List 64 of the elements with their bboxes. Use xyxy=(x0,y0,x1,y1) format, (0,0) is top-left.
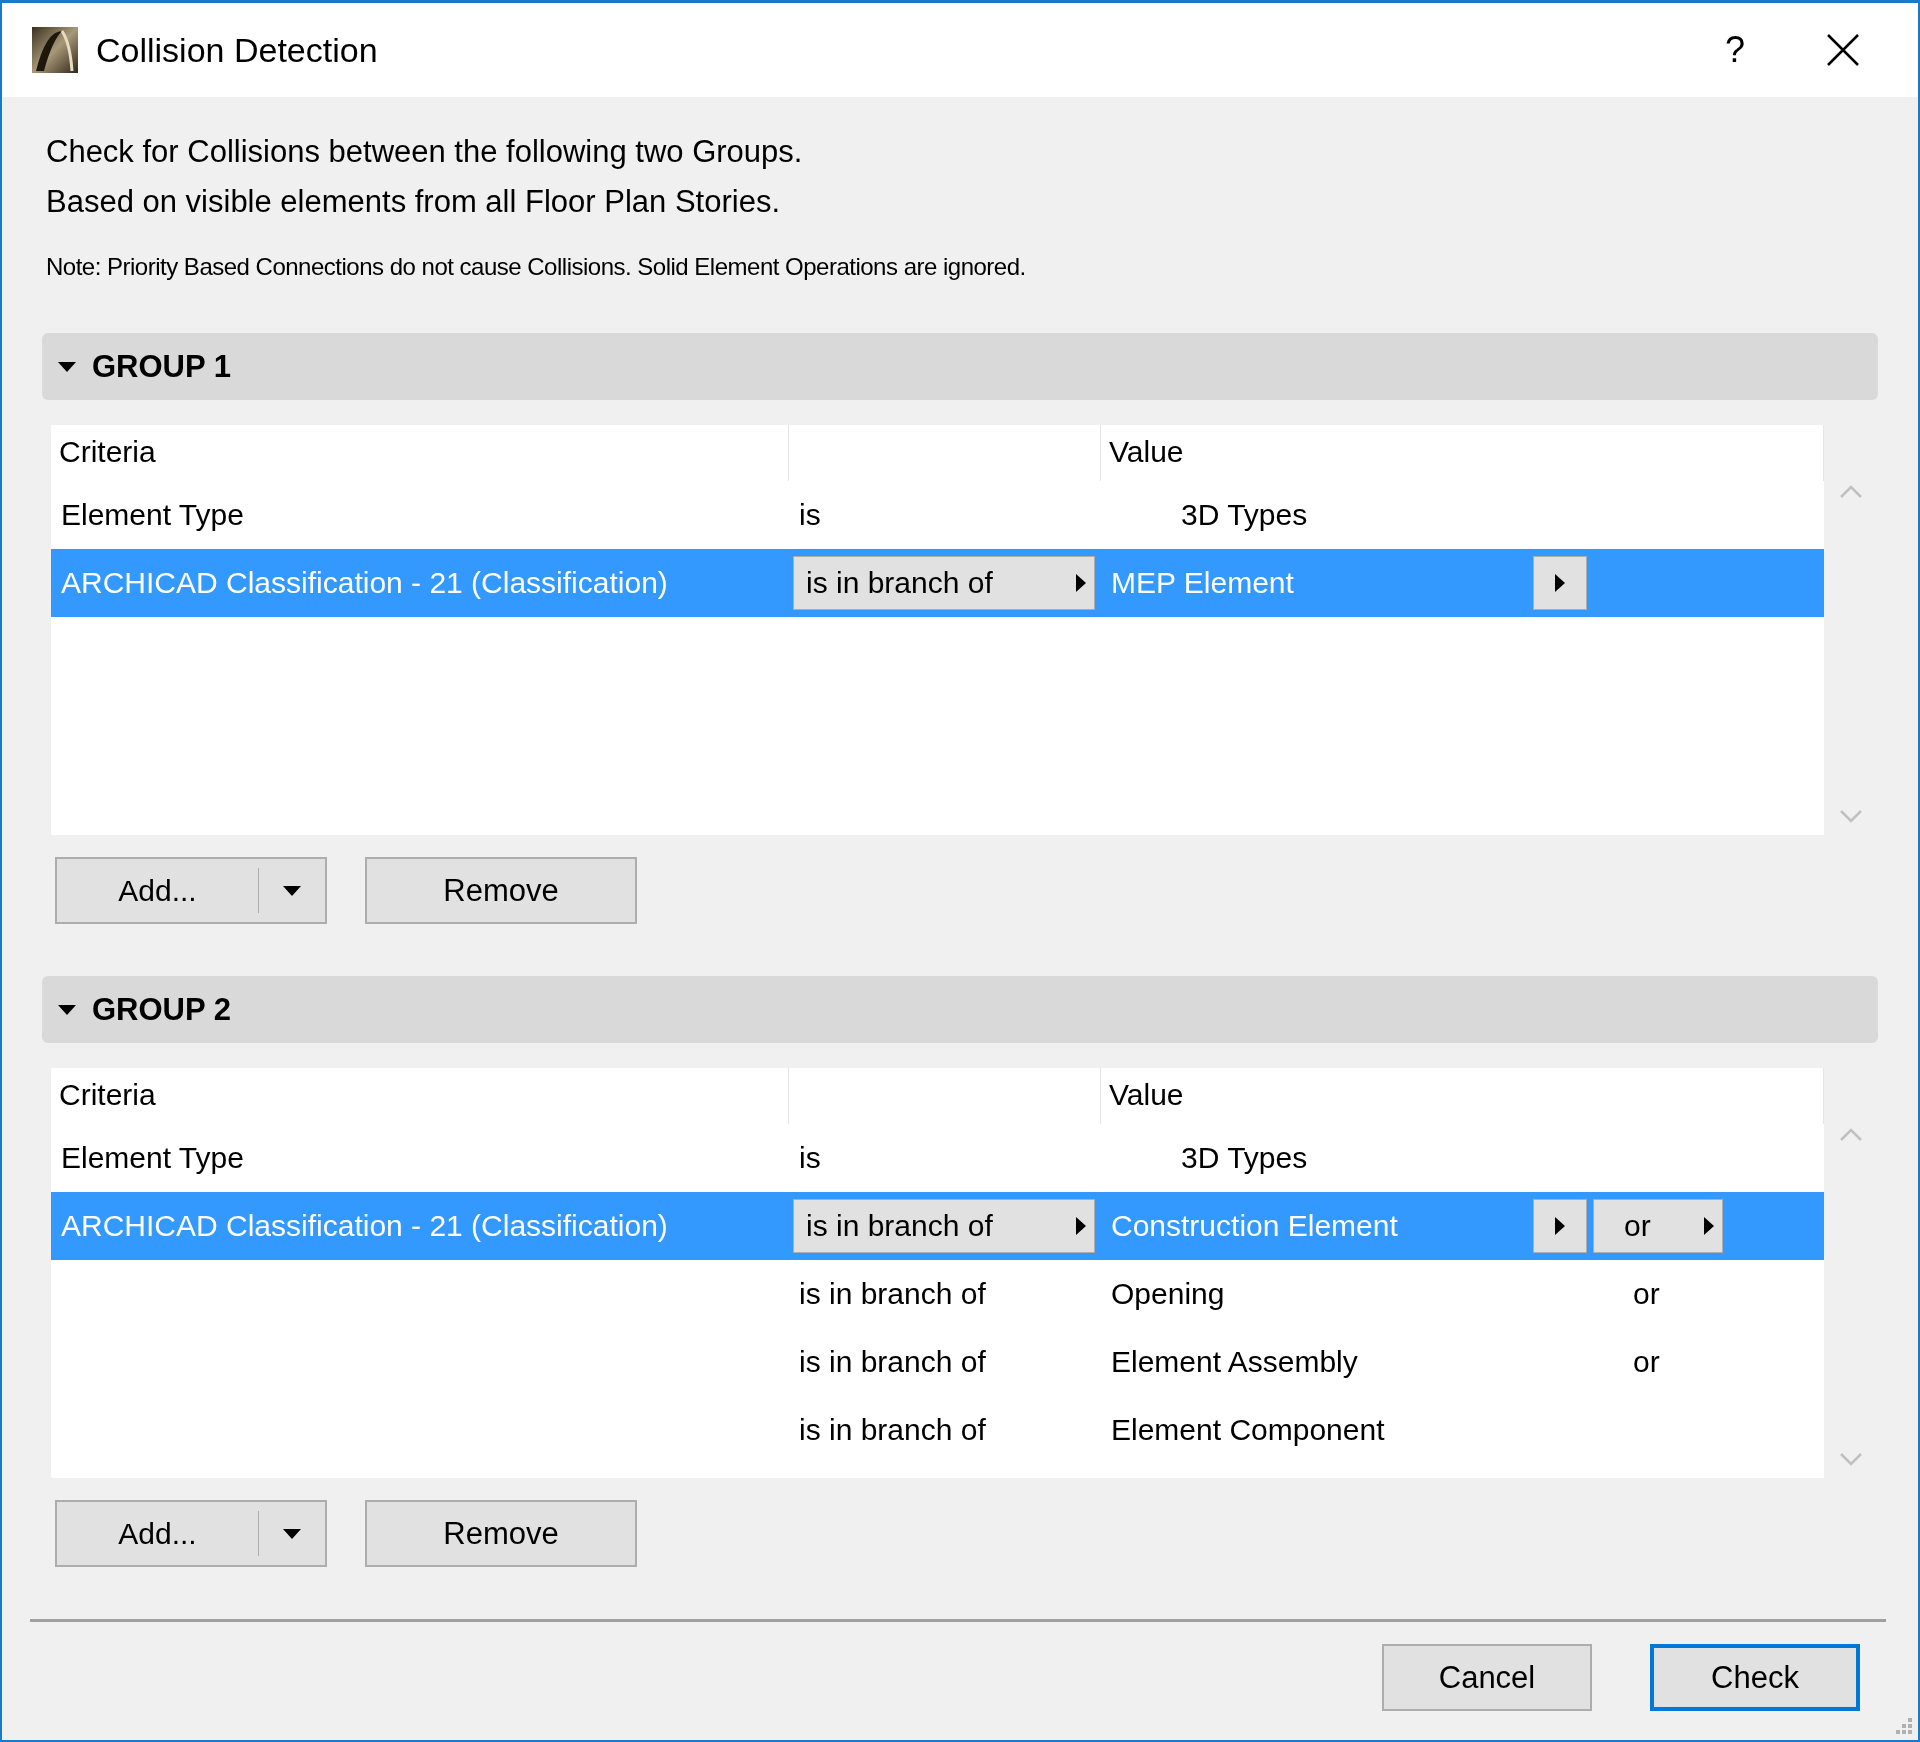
criteria-row[interactable]: ARCHICAD Classification - 21 (Classification) is in branch of Construction Element or xyxy=(51,1192,1824,1260)
group-title: GROUP 1 xyxy=(92,348,231,385)
criteria-cell-text: Element Type xyxy=(60,498,244,531)
arrow-icon xyxy=(1076,574,1086,592)
criteria-row[interactable]: ARCHICAD Classification - 21 (Classification) is in branch of MEP Element xyxy=(51,549,1824,617)
arrow-icon xyxy=(1555,574,1565,592)
scroll-down-icon[interactable] xyxy=(1839,1452,1863,1466)
help-button[interactable]: ? xyxy=(1690,29,1780,71)
criteria-row[interactable]: is in branch of Element Assembly or xyxy=(51,1328,1824,1396)
criteria-row[interactable]: is in branch of Opening or xyxy=(51,1260,1824,1328)
column-header: Criteria xyxy=(51,425,789,481)
operator-cell-text: is in branch of xyxy=(798,1413,986,1446)
operator-dropdown[interactable]: is in branch of xyxy=(793,1199,1095,1253)
caret-icon xyxy=(283,885,301,896)
conjunction-cell-text: or xyxy=(1632,1277,1660,1311)
arrow-icon xyxy=(1076,1217,1086,1235)
intro-text: Based on visible elements from all Floor Plan Stories. xyxy=(45,183,781,221)
value-cell-text: 3D Types xyxy=(1180,1141,1309,1175)
remove-button[interactable]: Remove xyxy=(365,1500,637,1567)
scroll-down-icon[interactable] xyxy=(1839,809,1863,823)
intro-text: Check for Collisions between the following two Groups. xyxy=(45,133,804,171)
value-picker-button[interactable] xyxy=(1533,556,1587,610)
conjunction-dropdown[interactable]: or xyxy=(1593,1199,1723,1253)
operator-cell-text: is xyxy=(798,498,821,531)
arrow-icon xyxy=(1555,1217,1565,1235)
remove-button[interactable]: Remove xyxy=(365,857,637,924)
cancel-button[interactable]: Cancel xyxy=(1382,1644,1592,1711)
app-logo-icon xyxy=(32,27,78,73)
group-header[interactable]: GROUP 1 xyxy=(42,333,1878,400)
arrow-icon xyxy=(1704,1217,1714,1235)
operator-cell-text: is in branch of xyxy=(798,1277,986,1310)
criteria-cell-text: ARCHICAD Classification - 21 (Classification) xyxy=(60,1209,668,1242)
operator-cell-text: is in branch of xyxy=(798,1345,986,1378)
note-text: Note: Priority Based Connections do not cause Collisions. Solid Element Operations are ignored. xyxy=(45,253,1027,281)
column-header: Value xyxy=(1101,425,1824,481)
value-cell-text: Opening xyxy=(1110,1277,1226,1311)
scroll-up-icon[interactable] xyxy=(1839,1128,1863,1142)
expanded-triangle-icon xyxy=(58,1004,76,1015)
column-header: Criteria xyxy=(51,1068,789,1124)
check-button[interactable]: Check xyxy=(1650,1644,1860,1711)
value-cell-text: MEP Element xyxy=(1110,566,1295,600)
scroll-up-icon[interactable] xyxy=(1839,485,1863,499)
expanded-triangle-icon xyxy=(58,361,76,372)
operator-cell-text: is xyxy=(798,1141,821,1174)
group-header[interactable]: GROUP 2 xyxy=(42,976,1878,1043)
criteria-cell-text: Element Type xyxy=(60,1141,244,1174)
caret-icon xyxy=(283,1528,301,1539)
value-cell-text: Element Assembly xyxy=(1110,1345,1359,1379)
criteria-cell-text: ARCHICAD Classification - 21 (Classification) xyxy=(60,566,668,599)
conjunction-cell-text: or xyxy=(1632,1345,1660,1379)
add-button[interactable]: Add... xyxy=(55,1500,327,1567)
value-picker-button[interactable] xyxy=(1533,1199,1587,1253)
value-cell-text: 3D Types xyxy=(1180,498,1309,532)
window-title: Collision Detection xyxy=(96,30,379,70)
value-cell-text: Element Component xyxy=(1110,1413,1386,1447)
column-header: Value xyxy=(1101,1068,1824,1124)
add-button[interactable]: Add... xyxy=(55,857,327,924)
operator-dropdown[interactable]: is in branch of xyxy=(793,556,1095,610)
criteria-row[interactable]: is in branch of Element Component xyxy=(51,1396,1824,1464)
group-title: GROUP 2 xyxy=(92,991,231,1028)
criteria-row[interactable]: Element Type is 3D Types xyxy=(51,481,1824,549)
close-icon xyxy=(1826,33,1860,67)
criteria-row[interactable]: Element Type is 3D Types xyxy=(51,1124,1824,1192)
value-cell-text: Construction Element xyxy=(1110,1209,1399,1243)
